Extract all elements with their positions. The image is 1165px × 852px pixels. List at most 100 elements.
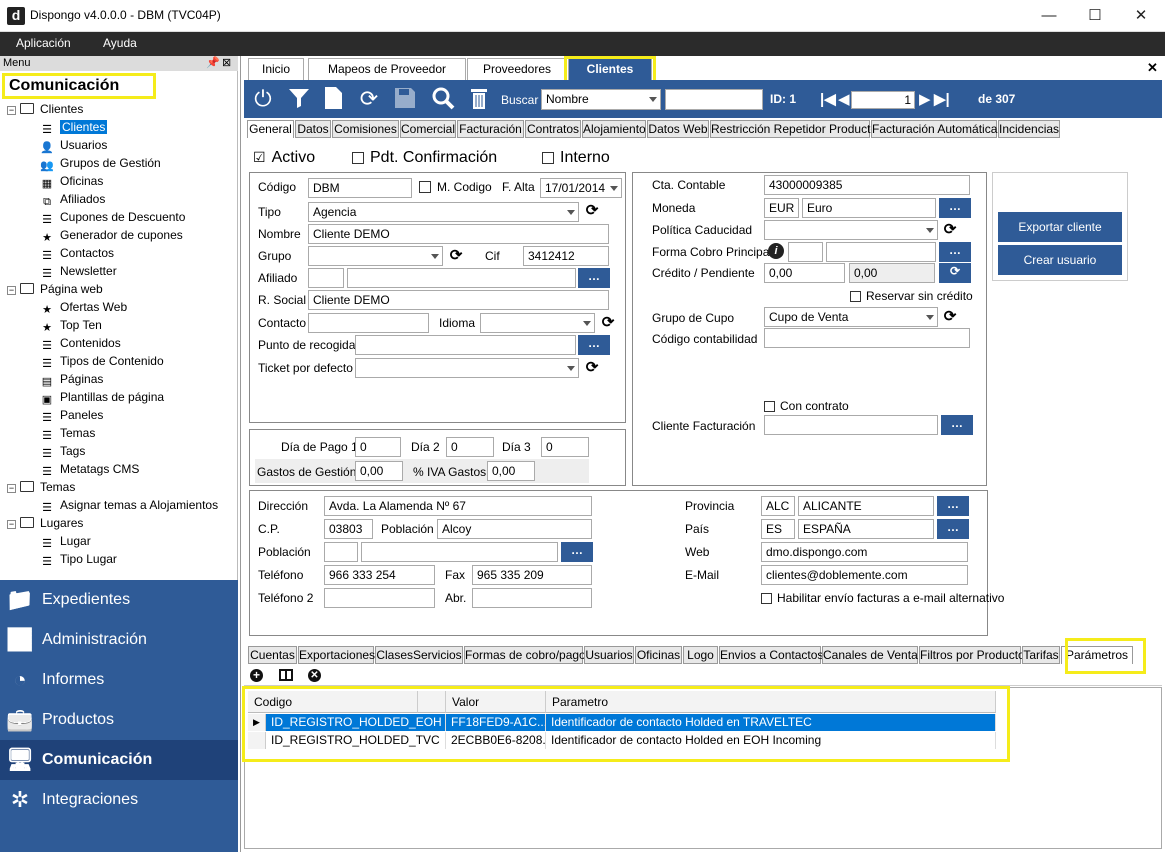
- search-icon[interactable]: [430, 86, 456, 112]
- export-client-button[interactable]: Exportar cliente: [998, 212, 1122, 242]
- bottom-tab[interactable]: Filtros por Producto: [919, 646, 1025, 664]
- sidebar-item[interactable]: ▦ Oficinas: [40, 174, 104, 190]
- contacto-input[interactable]: [308, 313, 429, 333]
- section-tab[interactable]: Restricción Repetidor Producto: [710, 120, 877, 138]
- afiliado-code-input[interactable]: [308, 268, 344, 288]
- cif-input[interactable]: 3412412: [523, 246, 609, 266]
- sidebar-item[interactable]: − Temas: [7, 480, 75, 494]
- cta-input[interactable]: 43000009385: [764, 175, 970, 195]
- next-record-icon[interactable]: ▶: [919, 90, 931, 108]
- sidebar-item[interactable]: ▤ Páginas: [40, 372, 104, 388]
- web-input[interactable]: dmo.dispongo.com: [761, 542, 968, 562]
- provincia-name-input[interactable]: ALICANTE: [798, 496, 934, 516]
- poblacion-input[interactable]: Alcoy: [437, 519, 592, 539]
- sidebar-item[interactable]: ☰ Tipo Lugar: [40, 552, 117, 568]
- afiliado-browse-button[interactable]: …: [578, 268, 610, 288]
- sidebar-item[interactable]: 👥 Grupos de Gestión: [40, 156, 161, 172]
- sidebar-item[interactable]: ☰ Contactos: [40, 246, 114, 262]
- first-record-icon[interactable]: |◀: [820, 90, 836, 108]
- sidebar-item[interactable]: ☰ Contenidos: [40, 336, 121, 352]
- section-tab[interactable]: Contratos: [525, 120, 581, 138]
- sidebar-item[interactable]: 👤 Usuarios: [40, 138, 107, 154]
- sidebar-item[interactable]: ☰ Tipos de Contenido: [40, 354, 164, 370]
- habilitar-checkbox[interactable]: Habilitar envío facturas a e-mail altern…: [761, 591, 1004, 605]
- sidebar-item[interactable]: ▣ Plantillas de página: [40, 390, 164, 406]
- collapse-icon[interactable]: −: [7, 106, 16, 115]
- section-tab[interactable]: General: [247, 120, 294, 138]
- pin-icon[interactable]: 📌: [206, 56, 220, 71]
- sidebar-item[interactable]: − Lugares: [7, 516, 83, 530]
- page-input[interactable]: 1: [851, 91, 915, 109]
- pais-code-input[interactable]: ES: [761, 519, 795, 539]
- tab-inicio[interactable]: Inicio: [248, 58, 304, 80]
- columns-icon[interactable]: [279, 669, 293, 681]
- refresh-icon[interactable]: ⟳: [448, 248, 464, 264]
- bottom-tab[interactable]: Logo: [683, 646, 718, 664]
- tab-proveedores[interactable]: Proveedores: [467, 58, 567, 80]
- activo-checkbox[interactable]: ☑ Activo: [253, 149, 315, 167]
- last-record-icon[interactable]: ▶|: [934, 90, 950, 108]
- refresh-icon[interactable]: ⟳: [356, 86, 382, 112]
- bottom-tab[interactable]: Envios a Contactos: [719, 646, 823, 664]
- bottom-tab[interactable]: Formas de cobro/pago: [464, 646, 586, 664]
- close-panel-icon[interactable]: ⊠: [222, 56, 231, 71]
- forma-name-input[interactable]: [826, 242, 936, 262]
- sidebar-item[interactable]: ☰ Asignar temas a Alojamientos: [40, 498, 218, 514]
- idioma-select[interactable]: [480, 313, 595, 333]
- nav-item-expedientes[interactable]: 📁 Expedientes: [0, 580, 238, 620]
- codigo-input[interactable]: DBM: [308, 178, 412, 198]
- politica-select[interactable]: [764, 220, 938, 240]
- search-input[interactable]: [665, 89, 763, 110]
- abr-input[interactable]: [472, 588, 592, 608]
- codcont-input[interactable]: [764, 328, 970, 348]
- reservar-checkbox[interactable]: Reservar sin crédito: [850, 289, 973, 303]
- sidebar-item[interactable]: − Clientes: [7, 102, 83, 116]
- section-tab[interactable]: Datos: [295, 120, 331, 138]
- section-tab[interactable]: Facturación: [457, 120, 524, 138]
- pais-browse-button[interactable]: …: [937, 519, 969, 539]
- maximize-button[interactable]: ☐: [1072, 0, 1118, 32]
- bottom-tab[interactable]: Exportaciones: [298, 646, 375, 664]
- nav-item-comunicación[interactable]: 🖥 Comunicación: [0, 740, 238, 780]
- bottom-tab[interactable]: Tarifas: [1022, 646, 1060, 664]
- cupo-select[interactable]: Cupo de Venta: [764, 307, 938, 327]
- clifact-browse-button[interactable]: …: [941, 415, 973, 435]
- poblacion2-name-input[interactable]: [361, 542, 558, 562]
- fax-input[interactable]: 965 335 209: [472, 565, 592, 585]
- moneda-code-input[interactable]: EUR: [764, 198, 799, 218]
- info-icon[interactable]: i: [768, 243, 784, 259]
- cp-input[interactable]: 03803: [324, 519, 373, 539]
- dia2-input[interactable]: 0: [446, 437, 494, 457]
- new-document-icon[interactable]: [320, 86, 346, 112]
- poblacion2-code-input[interactable]: [324, 542, 358, 562]
- refresh-icon[interactable]: ⟳: [942, 222, 958, 238]
- dia-pago-input[interactable]: 0: [355, 437, 401, 457]
- minimize-button[interactable]: —: [1026, 0, 1072, 32]
- forma-browse-button[interactable]: …: [939, 242, 971, 262]
- close-window-button[interactable]: ✕: [1118, 0, 1164, 32]
- tipo-select[interactable]: Agencia: [308, 202, 579, 222]
- sidebar-item[interactable]: ☰ Metatags CMS: [40, 462, 139, 478]
- nav-item-administración[interactable]: 📊 Administración: [0, 620, 238, 660]
- sidebar-item[interactable]: ⧉ Afiliados: [40, 192, 105, 208]
- sidebar-item[interactable]: ★ Ofertas Web: [40, 300, 127, 316]
- sidebar-item[interactable]: ☰ Cupones de Descuento: [40, 210, 185, 226]
- collapse-icon[interactable]: −: [7, 484, 16, 493]
- nav-item-productos[interactable]: 💼 Productos: [0, 700, 238, 740]
- bottom-tab[interactable]: Oficinas: [635, 646, 682, 664]
- sidebar-item[interactable]: ☰ Temas: [40, 426, 95, 442]
- section-tab[interactable]: Comercial: [400, 120, 456, 138]
- poblacion-browse-button[interactable]: …: [561, 542, 593, 562]
- punto-browse-button[interactable]: …: [578, 335, 610, 355]
- credito-input[interactable]: 0,00: [764, 263, 845, 283]
- refresh-icon[interactable]: ⟳: [584, 203, 600, 219]
- sidebar-item[interactable]: ☰ Newsletter: [40, 264, 117, 280]
- create-user-button[interactable]: Crear usuario: [998, 245, 1122, 275]
- filter-icon[interactable]: [286, 86, 312, 112]
- interno-checkbox[interactable]: Interno: [542, 149, 610, 167]
- sidebar-item[interactable]: ★ Generador de cupones: [40, 228, 183, 244]
- add-icon[interactable]: +: [250, 669, 263, 682]
- sidebar-item[interactable]: − Página web: [7, 282, 103, 296]
- falta-date[interactable]: 17/01/2014: [540, 178, 622, 198]
- bottom-tab[interactable]: ClasesServicios: [375, 646, 463, 664]
